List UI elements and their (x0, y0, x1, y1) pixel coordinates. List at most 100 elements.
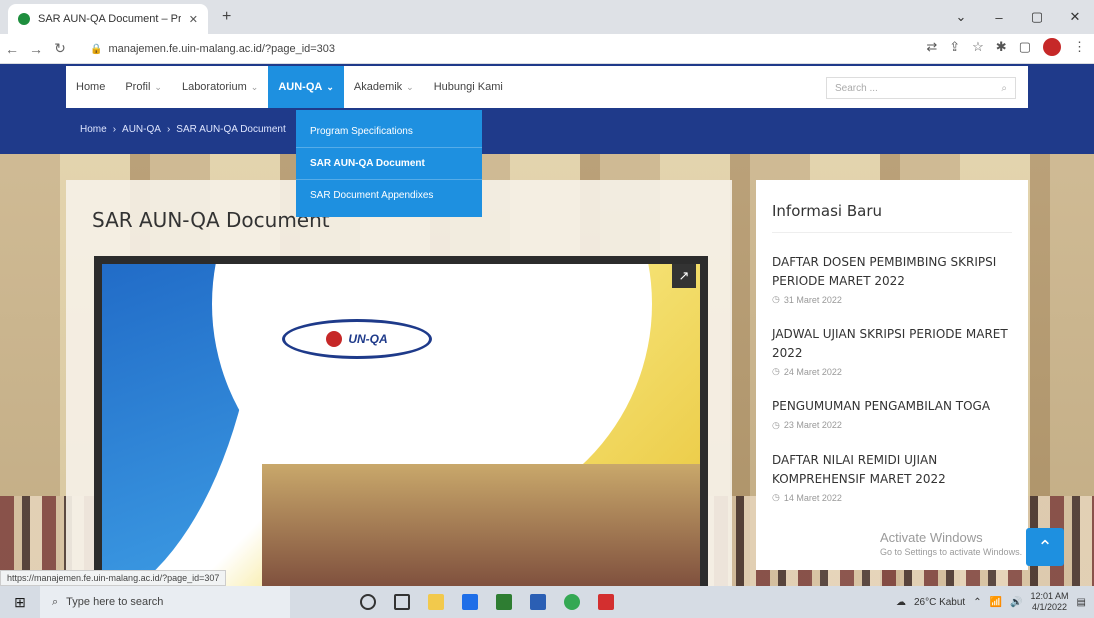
task-view-icon[interactable] (394, 594, 410, 610)
menu-item-program-specifications[interactable]: Program Specifications (296, 116, 482, 148)
nav-laboratorium[interactable]: Laboratorium ⌄ (172, 66, 268, 108)
news-date: ◷ 31 Maret 2022 (772, 294, 1012, 305)
back-icon[interactable]: ← (0, 41, 24, 57)
close-window-button[interactable]: ✕ (1056, 0, 1094, 34)
clock-icon: ◷ (772, 419, 780, 430)
windows-start-icon[interactable]: ⊞ (0, 594, 40, 611)
browser-tab[interactable]: SAR AUN-QA Document – Prog ✕ (8, 4, 208, 34)
search-icon[interactable]: ⌕ (1001, 83, 1007, 94)
aun-qa-logo: UN-QA (282, 319, 432, 359)
news-title-link[interactable]: DAFTAR NILAI REMIDI UJIAN KOMPREHENSIF M… (772, 451, 1012, 488)
notifications-icon[interactable]: ▤ (1077, 597, 1086, 608)
weather-icon[interactable]: ☁ (896, 597, 906, 608)
system-tray: ☁ 26°C Kabut ⌃ 📶 🔊 12:01 AM 4/1/2022 ▤ (896, 586, 1086, 618)
acrobat-icon[interactable] (598, 594, 614, 610)
document-cover: UN-QA (102, 264, 700, 586)
breadcrumb-separator: › (112, 124, 117, 135)
document-viewer[interactable]: UN-QA ↗ (94, 256, 708, 586)
taskbar-search[interactable]: ⌕ Type here to search (40, 586, 290, 618)
tab-close-icon[interactable]: ✕ (189, 13, 198, 26)
translate-icon[interactable]: ⇄ (926, 39, 937, 55)
favicon-icon (18, 13, 30, 25)
cover-group-photo (262, 464, 700, 586)
sidebar-title: Informasi Baru (772, 202, 1012, 233)
new-tab-button[interactable]: + (222, 8, 231, 26)
network-icon[interactable]: 📶 (990, 597, 1002, 608)
menu-icon[interactable]: ⋮ (1073, 39, 1086, 55)
nav-home[interactable]: Home (66, 66, 115, 108)
chevron-up-icon: ⌃ (1037, 536, 1053, 557)
web-page: Home Profil ⌄ Laboratorium ⌄ AUN-QA ⌄ Akade… (0, 64, 1094, 586)
nav-label: Home (76, 81, 106, 93)
volume-icon[interactable]: 🔊 (1010, 597, 1022, 608)
news-item: DAFTAR NILAI REMIDI UJIAN KOMPREHENSIF M… (772, 451, 1012, 503)
maximize-button[interactable]: ▢ (1018, 0, 1056, 34)
news-title-link[interactable]: JADWAL UJIAN SKRIPSI PERIODE MARET 2022 (772, 325, 1012, 362)
news-date-text: 24 Maret 2022 (783, 366, 842, 377)
news-date-text: 31 Maret 2022 (783, 294, 842, 305)
news-item: PENGUMUMAN PENGAMBILAN TOGA ◷ 23 Maret 20… (772, 397, 1012, 431)
chrome-icon[interactable] (564, 594, 580, 610)
tab-title: SAR AUN-QA Document – Prog (38, 13, 181, 25)
breadcrumb-home[interactable]: Home (80, 124, 107, 135)
menu-item-sar-document-appendixes[interactable]: SAR Document Appendixes (296, 180, 482, 211)
forward-icon[interactable]: → (24, 41, 48, 57)
nav-label: Laboratorium (181, 81, 247, 93)
page-title: SAR AUN-QA Document (92, 208, 330, 232)
tab-search-icon[interactable]: ⌄ (942, 0, 980, 34)
status-bar-url: https://manajemen.fe.uin-malang.ac.id/?p… (0, 570, 227, 586)
chevron-down-icon: ⌄ (154, 81, 162, 92)
url-text: manajemen.fe.uin-malang.ac.id/?page_id=3… (108, 43, 336, 55)
file-explorer-icon[interactable] (428, 594, 444, 610)
lock-icon: 🔒 (90, 43, 103, 55)
nav-label: Akademik (353, 81, 403, 93)
clock-time: 12:01 AM (1030, 591, 1069, 602)
word-icon[interactable] (530, 594, 546, 610)
popout-icon[interactable]: ↗ (672, 264, 696, 288)
news-title-link[interactable]: PENGUMUMAN PENGAMBILAN TOGA (772, 397, 1012, 416)
reload-icon[interactable]: ↻ (48, 40, 72, 57)
extensions-icon[interactable]: ✱ (996, 39, 1007, 55)
nav-aun-qa[interactable]: AUN-QA ⌄ (268, 66, 344, 108)
search-placeholder: Search ... (835, 82, 878, 94)
breadcrumb-aun-qa[interactable]: AUN-QA (122, 124, 161, 135)
address-bar: ← → ↻ 🔒 manajemen.fe.uin-malang.ac.id/?p… (0, 34, 1094, 64)
nav-label: AUN-QA (278, 81, 323, 93)
aun-qa-dropdown-menu: Program Specifications SAR AUN-QA Docume… (296, 110, 482, 217)
activate-windows-watermark: Activate Windows Go to Settings to activ… (880, 530, 1022, 559)
weather-text[interactable]: 26°C Kabut (914, 597, 965, 608)
news-date-text: 14 Maret 2022 (783, 492, 842, 503)
nav-akademik[interactable]: Akademik ⌄ (344, 66, 424, 108)
tray-chevron-up-icon[interactable]: ⌃ (973, 597, 981, 608)
search-input[interactable]: Search ... ⌕ (826, 77, 1016, 99)
clock-icon: ◷ (772, 492, 780, 503)
watermark-subtitle: Go to Settings to activate Windows. (880, 546, 1023, 557)
breadcrumb-separator: › (166, 124, 171, 135)
nav-hubungi-kami[interactable]: Hubungi Kami (424, 66, 513, 108)
chevron-down-icon: ⌄ (406, 81, 414, 92)
profile-avatar[interactable] (1043, 38, 1061, 56)
star-icon[interactable]: ☆ (972, 39, 984, 55)
nav-profil[interactable]: Profil ⌄ (115, 66, 172, 108)
cortana-icon[interactable] (360, 594, 376, 610)
nav-label: Profil (125, 81, 151, 93)
chevron-down-icon: ⌄ (326, 81, 334, 92)
watermark-title: Activate Windows (880, 530, 983, 545)
news-item: JADWAL UJIAN SKRIPSI PERIODE MARET 2022 … (772, 325, 1012, 377)
url-field[interactable]: 🔒 manajemen.fe.uin-malang.ac.id/?page_id… (90, 38, 910, 60)
clock[interactable]: 12:01 AM 4/1/2022 (1031, 591, 1069, 613)
app-green-icon[interactable] (496, 594, 512, 610)
sidepanel-icon[interactable]: ▢ (1019, 39, 1031, 55)
clock-date: 4/1/2022 (1032, 602, 1068, 612)
scroll-to-top-button[interactable]: ⌃ (1026, 528, 1064, 566)
toolbar-icons: ⇄ ⇪ ☆ ✱ ▢ ⋮ (926, 38, 1086, 56)
news-title-link[interactable]: DAFTAR DOSEN PEMBIMBING SKRIPSI PERIODE … (772, 253, 1012, 290)
taskbar-apps (360, 594, 614, 610)
minimize-button[interactable]: – (980, 0, 1018, 34)
mail-icon[interactable] (462, 594, 478, 610)
news-item: DAFTAR DOSEN PEMBIMBING SKRIPSI PERIODE … (772, 253, 1012, 305)
header-band: Home Profil ⌄ Laboratorium ⌄ AUN-QA ⌄ Akade… (0, 64, 1094, 154)
browser-tabstrip: SAR AUN-QA Document – Prog ✕ + ⌄ – ▢ ✕ (0, 0, 1094, 34)
share-icon[interactable]: ⇪ (949, 39, 960, 55)
menu-item-sar-aun-qa-document[interactable]: SAR AUN-QA Document (296, 148, 482, 180)
